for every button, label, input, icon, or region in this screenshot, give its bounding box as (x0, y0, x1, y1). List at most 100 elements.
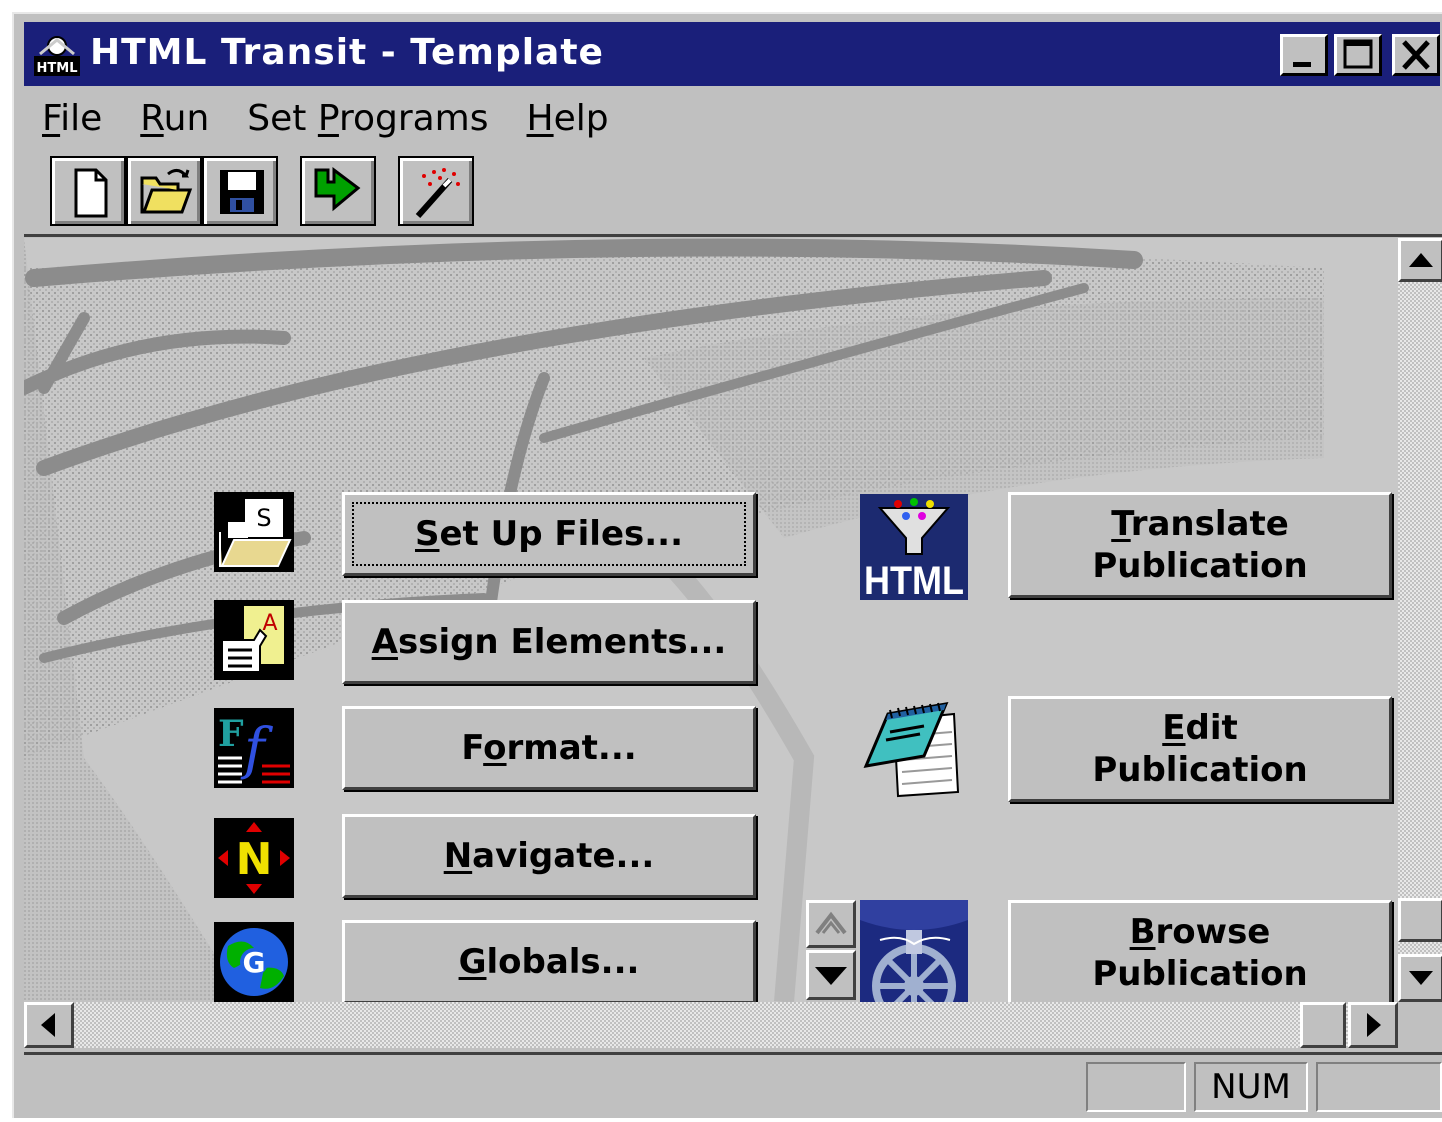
ship-wheel-icon (860, 900, 968, 1002)
minimize-icon (1293, 62, 1311, 67)
edit-line1: dit (1185, 707, 1238, 748)
translate-line1: ranslate (1130, 503, 1289, 544)
assign-elements-text: ssign Elements... (397, 621, 727, 662)
save-button[interactable] (202, 156, 278, 226)
svg-text:F: F (218, 713, 244, 755)
menu-file-mnemonic: F (42, 98, 61, 139)
horizontal-scrollbar[interactable] (24, 1002, 1398, 1048)
edit-publication-button[interactable]: Edit Publication (1008, 696, 1392, 802)
scroll-right-button[interactable] (1348, 1002, 1398, 1048)
menu-run-mnemonic: R (140, 98, 164, 139)
menu-bar: File Run Set Programs Help (42, 98, 647, 148)
menu-help[interactable]: Help (527, 98, 609, 148)
translate-mnemonic: T (1111, 503, 1131, 544)
edit-line2: Publication (1092, 750, 1308, 790)
menu-set-programs-label: rograms (338, 98, 489, 139)
triangle-right-icon (1367, 1013, 1381, 1037)
edit-publication-label: Edit Publication (1092, 707, 1307, 792)
horizontal-scroll-thumb[interactable] (1300, 1002, 1346, 1048)
svg-text:HTML: HTML (37, 61, 78, 76)
open-folder-icon (140, 169, 193, 214)
assign-elements-label: Assign Elements... (372, 621, 727, 664)
svg-text:HTML: HTML (864, 559, 964, 600)
browse-line2: Publication (1092, 954, 1308, 994)
application-window: HTML HTML Transit - Template File Run Se… (12, 12, 1442, 1118)
scrollbar-corner (1398, 1002, 1442, 1048)
minimize-button[interactable] (1280, 34, 1328, 76)
scroll-left-button[interactable] (24, 1002, 74, 1048)
browse-publication-button[interactable]: Browse Publication (1008, 900, 1392, 1002)
globals-text: lobals... (486, 941, 640, 982)
maximize-button[interactable] (1334, 34, 1382, 76)
status-pane-3 (1316, 1062, 1442, 1112)
assign-elements-icon: A (214, 600, 294, 680)
navigate-button[interactable]: Navigate... (342, 814, 756, 898)
menu-set-programs-prefix: Set (247, 98, 318, 139)
menu-file-label: ile (60, 98, 103, 139)
close-button[interactable] (1392, 34, 1440, 76)
maximize-icon (1343, 39, 1373, 69)
window-title: HTML Transit - Template (90, 32, 604, 73)
menu-set-programs[interactable]: Set Programs (247, 98, 488, 148)
vertical-scroll-thumb[interactable] (1398, 898, 1442, 942)
browser-spinner-up[interactable] (806, 900, 856, 948)
title-bar[interactable]: HTML HTML Transit - Template (24, 22, 1440, 86)
menu-help-label: elp (553, 98, 609, 139)
globals-mnemonic: G (458, 941, 487, 982)
new-button[interactable] (50, 156, 126, 226)
svg-text:S: S (256, 504, 271, 532)
menu-help-mnemonic: H (526, 98, 554, 139)
toolbar-divider (24, 234, 1442, 237)
navigate-mnemonic: N (443, 835, 473, 876)
menu-file[interactable]: File (42, 98, 102, 148)
browser-spinner-down[interactable] (806, 950, 856, 1000)
format-button[interactable]: Format... (342, 706, 756, 790)
app-icon: HTML (34, 36, 80, 76)
run-button[interactable] (300, 156, 376, 226)
scroll-up-button[interactable] (1398, 238, 1442, 282)
vertical-scrollbar[interactable] (1398, 238, 1442, 1002)
set-up-files-button[interactable]: Set Up Files... (342, 492, 756, 576)
menu-set-programs-mnemonic: P (317, 98, 339, 139)
new-document-icon (74, 168, 108, 218)
close-icon (1402, 40, 1430, 70)
globals-icon: G (214, 922, 294, 1002)
browse-line1: rowse (1155, 911, 1271, 952)
browse-mnemonic: B (1129, 911, 1156, 952)
triangle-down-icon (815, 967, 847, 985)
format-icon: F f (214, 708, 294, 788)
set-up-files-label: Set Up Files... (415, 513, 683, 556)
status-divider (24, 1052, 1442, 1055)
translate-publication-button[interactable]: Translate Publication (1008, 492, 1392, 598)
edit-mnemonic: E (1162, 707, 1186, 748)
html-funnel-icon: HTML (860, 494, 968, 600)
navigate-label: Navigate... (444, 835, 655, 878)
scroll-down-button[interactable] (1398, 954, 1442, 1002)
translate-publication-label: Translate Publication (1092, 503, 1307, 588)
triangle-down-icon (1409, 971, 1433, 985)
menu-run[interactable]: Run (140, 98, 209, 148)
globals-label: Globals... (459, 941, 640, 984)
globals-button[interactable]: Globals... (342, 920, 756, 1002)
wizard-button[interactable] (398, 156, 474, 226)
chevron-up-icon (815, 911, 847, 935)
menu-run-label: un (163, 98, 210, 139)
format-label: Format... (461, 727, 636, 770)
set-up-files-icon: S (214, 492, 294, 572)
triangle-left-icon (41, 1013, 55, 1037)
format-text: rmat... (506, 727, 637, 768)
run-arrow-icon (314, 167, 361, 212)
browse-publication-label: Browse Publication (1092, 911, 1307, 996)
set-up-files-text: et Up Files... (439, 513, 683, 554)
translate-line2: Publication (1092, 546, 1308, 586)
save-disk-icon (220, 170, 264, 214)
svg-text:G: G (243, 946, 266, 979)
open-button[interactable] (126, 156, 202, 226)
format-prefix: F (461, 727, 484, 768)
assign-elements-button[interactable]: Assign Elements... (342, 600, 756, 684)
assign-elements-mnemonic: A (371, 621, 398, 662)
triangle-up-icon (1409, 253, 1433, 267)
workflow-panel: S A F f N G Set Up Files... Assign Eleme… (24, 238, 1398, 1002)
svg-text:A: A (262, 611, 277, 636)
navigate-text: avigate... (472, 835, 655, 876)
